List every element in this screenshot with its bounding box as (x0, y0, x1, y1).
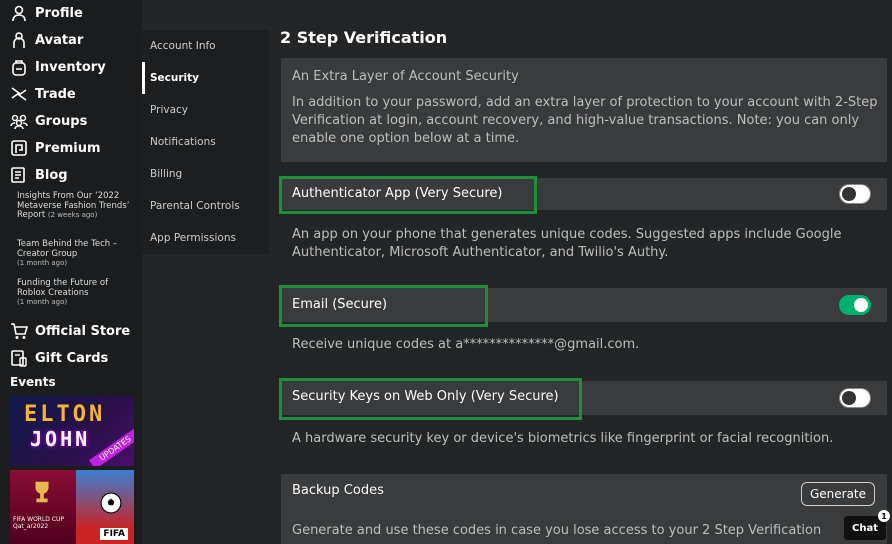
nav-blog-label: Blog (35, 167, 68, 183)
nav-gift-cards[interactable]: Gift Cards (10, 345, 108, 371)
premium-icon (11, 140, 27, 156)
fifa-world-cup-panel: FIFA WORLD CUP Qat_ar2022 (10, 470, 76, 544)
fifa-world-cup-text: FIFA WORLD CUP Qat_ar2022 (13, 516, 65, 530)
nav-official-store[interactable]: Official Store (10, 318, 130, 344)
settings-submenu: Account Info Security Privacy Notificati… (142, 30, 270, 254)
tab-billing[interactable]: Billing (142, 158, 270, 190)
authenticator-app-title: Authenticator App (Very Secure) (292, 186, 503, 201)
nav-avatar-label: Avatar (35, 32, 84, 48)
email-title: Email (Secure) (292, 297, 388, 312)
chat-label: Chat (852, 522, 878, 534)
nav-premium[interactable]: Premium (10, 135, 101, 161)
nav-groups-label: Groups (35, 113, 88, 129)
tab-privacy[interactable]: Privacy (142, 94, 270, 126)
blog-post-link[interactable]: Funding the Future of Roblox Creations (… (17, 278, 135, 308)
nav-profile[interactable]: Profile (10, 0, 83, 26)
nav-gift-cards-label: Gift Cards (35, 350, 109, 366)
security-keys-title: Security Keys on Web Only (Very Secure) (292, 389, 559, 404)
nav-avatar[interactable]: Avatar (10, 27, 83, 53)
gift-card-icon (11, 350, 27, 367)
intro-text: In addition to your password, add an ext… (292, 95, 878, 146)
intro-panel-content: An Extra Layer of Account Security In ad… (281, 68, 887, 148)
authenticator-app-desc: An app on your phone that generates uniq… (292, 227, 842, 260)
trophy-icon (35, 481, 49, 503)
intro-heading: An Extra Layer of Account Security (292, 69, 519, 84)
nav-trade-label: Trade (35, 86, 76, 102)
event-banner-line1: ELTON (24, 402, 106, 427)
security-keys-desc: A hardware security key or device's biom… (292, 431, 834, 446)
nav-premium-label: Premium (35, 140, 101, 156)
nav-inventory-label: Inventory (35, 59, 106, 75)
page-title: 2 Step Verification (280, 28, 448, 47)
chat-button[interactable]: Chat 1 (844, 510, 890, 540)
avatar-icon (13, 32, 25, 48)
blog-post-link[interactable]: Team Behind the Tech – Creator Group (1 … (17, 239, 135, 269)
left-nav-sidebar: Profile Avatar Inventory Trade Groups Pr… (0, 0, 142, 544)
blog-post-title: Team Behind the Tech – Creator Group (17, 239, 118, 259)
event-banner-fifa[interactable]: FIFA WORLD CUP Qat_ar2022 FIFA (10, 470, 134, 544)
event-banner-line2: JOHN (30, 427, 91, 451)
tab-security[interactable]: Security (142, 62, 270, 94)
groups-icon (10, 114, 28, 130)
nav-blog[interactable]: Blog (10, 162, 68, 188)
nav-trade[interactable]: Trade (10, 81, 76, 107)
backup-codes-title: Backup Codes (292, 483, 384, 498)
event-banner-ribbon: UPDATES (89, 427, 134, 466)
backup-codes-desc: Generate and use these codes in case you… (292, 523, 822, 538)
blog-icon (11, 167, 25, 183)
trade-icon (11, 87, 27, 101)
blog-post-title: Funding the Future of Roblox Creations (17, 278, 109, 298)
nav-profile-label: Profile (35, 5, 83, 21)
blog-post-date: (2 weeks ago) (47, 211, 98, 219)
blog-post-date: (1 month ago) (17, 259, 68, 267)
tab-notifications[interactable]: Notifications (142, 126, 270, 158)
event-banner-elton-john[interactable]: ELTON JOHN UPDATES (10, 396, 134, 466)
soccer-ball-icon (100, 492, 122, 514)
nav-inventory[interactable]: Inventory (10, 54, 106, 80)
tab-app-permissions[interactable]: App Permissions (142, 222, 270, 254)
blog-post-date: (1 month ago) (17, 298, 68, 306)
backpack-icon (12, 60, 26, 76)
fifa-character-panel: FIFA (76, 470, 134, 544)
chat-badge: 1 (878, 510, 890, 522)
fifa-tag: FIFA (100, 528, 128, 540)
nav-groups[interactable]: Groups (10, 108, 87, 134)
tab-account-info[interactable]: Account Info (142, 30, 270, 62)
person-icon (12, 5, 26, 22)
events-heading: Events (10, 375, 56, 389)
email-desc: Receive unique codes at a**************@… (292, 337, 640, 352)
tab-parental-controls[interactable]: Parental Controls (142, 190, 270, 222)
nav-official-store-label: Official Store (35, 323, 131, 339)
blog-post-link[interactable]: Insights From Our ‘2022 Metaverse Fashio… (17, 191, 135, 221)
cart-icon (11, 323, 28, 339)
